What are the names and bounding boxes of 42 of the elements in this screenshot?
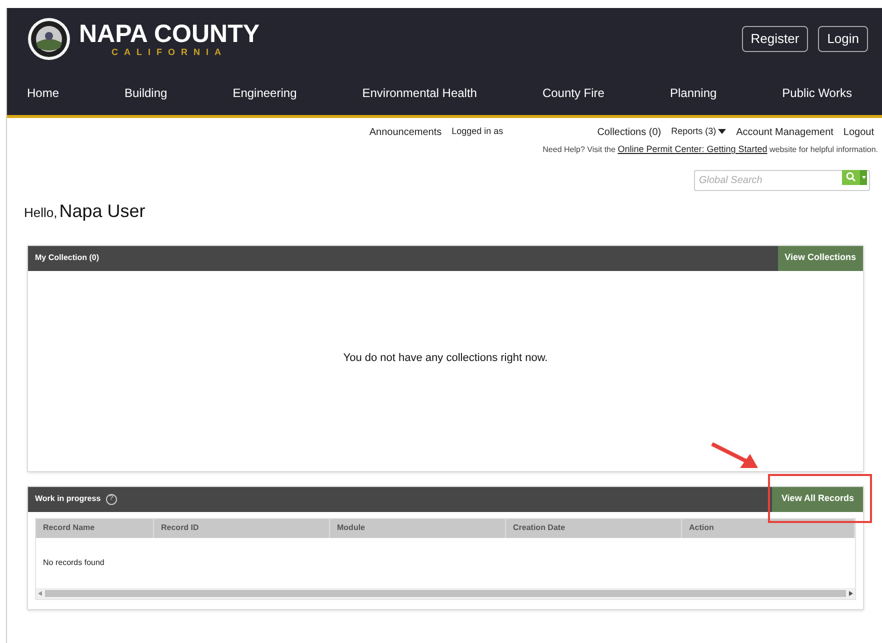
panel-title: Work in progress	[35, 493, 101, 505]
nav-link[interactable]: Engineering	[232, 84, 297, 102]
view-all-records-button[interactable]: View All Records	[772, 486, 863, 512]
county-seal-logo	[27, 17, 71, 61]
column-header[interactable]: Record Name	[36, 518, 154, 538]
dropdown-caret-icon	[718, 129, 726, 135]
greeting-label: Hello,	[24, 204, 58, 222]
header-button[interactable]: Login	[818, 26, 868, 52]
empty-message: You do not have any collections right now.	[343, 350, 548, 366]
panel-title: My Collection (0)	[34, 252, 100, 264]
collections-link[interactable]: Collections (0)	[597, 124, 662, 140]
account-link[interactable]: Account Management	[736, 124, 834, 140]
column-header[interactable]: Record ID	[154, 518, 330, 538]
user-name: Napa User	[59, 200, 146, 223]
caret-icon	[862, 176, 866, 178]
announcements-link[interactable]: Announcements	[369, 124, 442, 140]
search-field[interactable]: Global Search	[694, 170, 870, 190]
annotation-arrow	[710, 442, 760, 470]
logout-link[interactable]: Logout	[843, 124, 874, 140]
logged-in-label: Logged in as	[452, 125, 504, 138]
nav-link[interactable]: County Fire	[542, 84, 604, 102]
search-button[interactable]	[842, 170, 867, 184]
scroll-right-icon	[849, 590, 853, 596]
header-button[interactable]: Register	[742, 26, 808, 52]
column-header[interactable]: Action	[682, 518, 855, 538]
nav-link[interactable]: Environmental Health	[362, 84, 477, 102]
horizontal-scrollbar[interactable]	[36, 588, 855, 598]
search-icon	[846, 172, 856, 182]
no-records-message: No records found	[43, 556, 104, 568]
column-header[interactable]: Creation Date	[506, 518, 682, 538]
scroll-left-icon	[38, 590, 42, 596]
help-text: Need Help? Visit the Online Permit Center: Getting Started website for helpful information.	[542, 143, 878, 156]
column-header[interactable]: Module	[330, 518, 506, 538]
nav-link[interactable]: Building	[124, 84, 168, 102]
reports-link[interactable]: Reports (3)	[671, 125, 716, 139]
site-title: NAPA COUNTY	[79, 21, 260, 47]
site-subtitle: CALIFORNIA	[112, 47, 228, 57]
nav-link[interactable]: Home	[27, 84, 60, 102]
nav-link[interactable]: Public Works	[782, 84, 852, 102]
nav-link[interactable]: Planning	[670, 84, 717, 102]
view-collections-button[interactable]: View Collections	[778, 246, 863, 270]
help-link[interactable]: Online Permit Center: Getting Started	[618, 144, 768, 154]
